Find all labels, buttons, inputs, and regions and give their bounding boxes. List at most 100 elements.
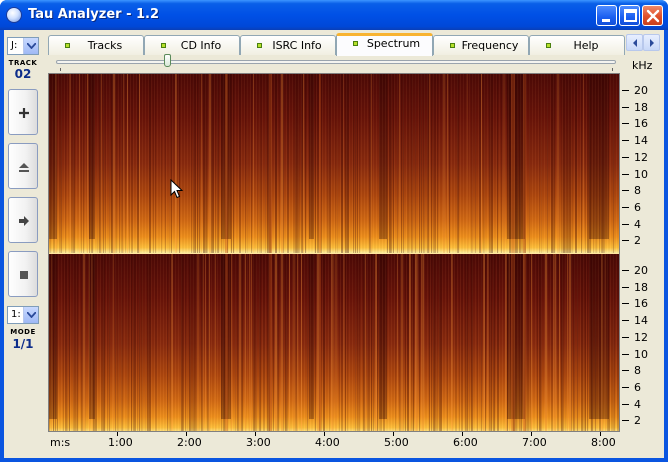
chevron-down-icon: [27, 43, 36, 49]
chevron-left-icon: [633, 39, 637, 47]
x-axis-unit: m:s: [50, 436, 71, 449]
y-tick: [622, 270, 629, 271]
tab-label: Frequency: [461, 39, 519, 52]
stop-button[interactable]: [8, 251, 38, 297]
y-axis-top: 20 18 16 14 12 10 8 6 4 2: [620, 73, 664, 252]
mode-select-value: 1:: [11, 309, 21, 320]
tab-frequency[interactable]: Frequency: [433, 35, 529, 55]
tab-tracks[interactable]: Tracks: [48, 35, 144, 55]
tab-label: CD Info: [180, 39, 222, 52]
tab-scroll-left-button[interactable]: [626, 34, 643, 51]
close-icon: [646, 9, 660, 23]
chevron-right-icon: [650, 39, 654, 47]
client-area: J: TRACK 02 1: MODE 1/1 Tracks CD Info I…: [4, 30, 664, 458]
y-tick-label: 8: [634, 184, 641, 198]
y-tick-label: 20: [634, 84, 648, 97]
y-tick-label: 16: [634, 297, 648, 311]
close-button[interactable]: [642, 5, 663, 26]
next-track-button[interactable]: [8, 89, 38, 135]
tab-isrc-info[interactable]: ISRC Info: [240, 35, 336, 55]
tab-spectrum[interactable]: Spectrum: [336, 33, 433, 56]
tab-label: Help: [573, 39, 599, 52]
y-tick: [622, 123, 629, 125]
y-tick: [622, 106, 629, 108]
chevron-down-icon: [27, 312, 36, 318]
minimize-icon: [602, 19, 610, 22]
mouse-pointer-icon: [170, 179, 184, 199]
y-tick-label: 4: [634, 217, 641, 231]
y-tick: [622, 386, 629, 388]
y-tick: [622, 370, 629, 372]
spectrum-noise: [49, 74, 619, 253]
y-tick: [622, 353, 629, 355]
eject-button[interactable]: [8, 143, 38, 189]
y-tick: [622, 156, 629, 158]
y-tick-label: 10: [634, 347, 648, 361]
y-tick-label: 4: [634, 397, 641, 411]
minimize-button[interactable]: [596, 5, 617, 26]
drive-select-value: J:: [11, 40, 18, 51]
x-axis: m:s 1:00 2:00 3:00 4:00 5:00 6:00 7:00 8:00: [48, 432, 620, 452]
y-axis-unit: kHz: [632, 59, 653, 72]
position-slider-track[interactable]: [56, 60, 616, 64]
tab-scroll-right-button[interactable]: [643, 34, 660, 51]
spectrum-plot[interactable]: [48, 73, 620, 432]
y-tick: [622, 240, 629, 242]
y-tick-label: 12: [634, 330, 648, 344]
y-tick: [622, 206, 629, 208]
x-tick-label: 3:00: [246, 436, 271, 449]
drive-select[interactable]: J:: [7, 37, 39, 55]
slider-tick: [60, 68, 61, 71]
y-tick-label: 12: [634, 150, 648, 164]
tab-cd-info[interactable]: CD Info: [144, 35, 240, 55]
app-window: Tau Analyzer - 1.2 J: TRACK 02 1: MODE 1…: [0, 0, 668, 462]
y-tick-label: 18: [634, 280, 648, 294]
track-value: 02: [14, 67, 32, 81]
y-tick-label: 6: [634, 200, 641, 214]
spectrum-channel-left: [49, 74, 619, 253]
y-tick: [622, 223, 629, 225]
mode-select-arrow[interactable]: [23, 307, 38, 323]
y-tick: [622, 90, 629, 91]
x-tick-label: 5:00: [384, 436, 409, 449]
mode-value: 1/1: [12, 337, 34, 351]
tab-label: Spectrum: [366, 37, 421, 50]
mode-select[interactable]: 1:: [7, 306, 39, 324]
y-tick: [622, 403, 629, 405]
plus-icon: [19, 108, 29, 118]
eject-icon: [19, 163, 29, 172]
y-tick-label: 16: [634, 117, 648, 131]
mode-label: MODE: [10, 328, 36, 336]
tab-label: Tracks: [87, 39, 123, 52]
y-tick-label: 2: [634, 414, 641, 428]
track-label: TRACK: [8, 59, 38, 67]
x-tick-label: 1:00: [108, 436, 133, 449]
y-tick-label: 20: [634, 264, 648, 277]
y-tick-label: 8: [634, 364, 641, 378]
y-tick: [622, 303, 629, 305]
app-icon: [6, 7, 22, 23]
x-tick-label: 4:00: [315, 436, 340, 449]
tab-label: ISRC Info: [272, 39, 322, 52]
arrow-right-icon: [19, 216, 29, 226]
y-tick: [622, 286, 629, 288]
x-tick-label: 6:00: [453, 436, 478, 449]
window-title: Tau Analyzer - 1.2: [28, 7, 160, 22]
y-tick-label: 10: [634, 167, 648, 181]
slider-tick: [612, 68, 613, 71]
maximize-button[interactable]: [619, 5, 640, 26]
drive-select-arrow[interactable]: [23, 38, 38, 54]
tab-help[interactable]: Help: [529, 35, 625, 55]
play-button[interactable]: [8, 197, 38, 243]
y-tick: [622, 320, 629, 322]
position-slider-thumb[interactable]: [164, 54, 171, 67]
spectrum-channel-right: [49, 254, 619, 431]
y-tick-label: 6: [634, 380, 641, 394]
maximize-icon: [624, 9, 637, 22]
x-tick-label: 2:00: [177, 436, 202, 449]
x-tick-label: 7:00: [522, 436, 547, 449]
x-tick-label: 8:00: [591, 436, 616, 449]
spectrum-noise: [49, 254, 619, 431]
title-bar[interactable]: Tau Analyzer - 1.2: [0, 0, 668, 30]
y-tick: [622, 190, 629, 192]
